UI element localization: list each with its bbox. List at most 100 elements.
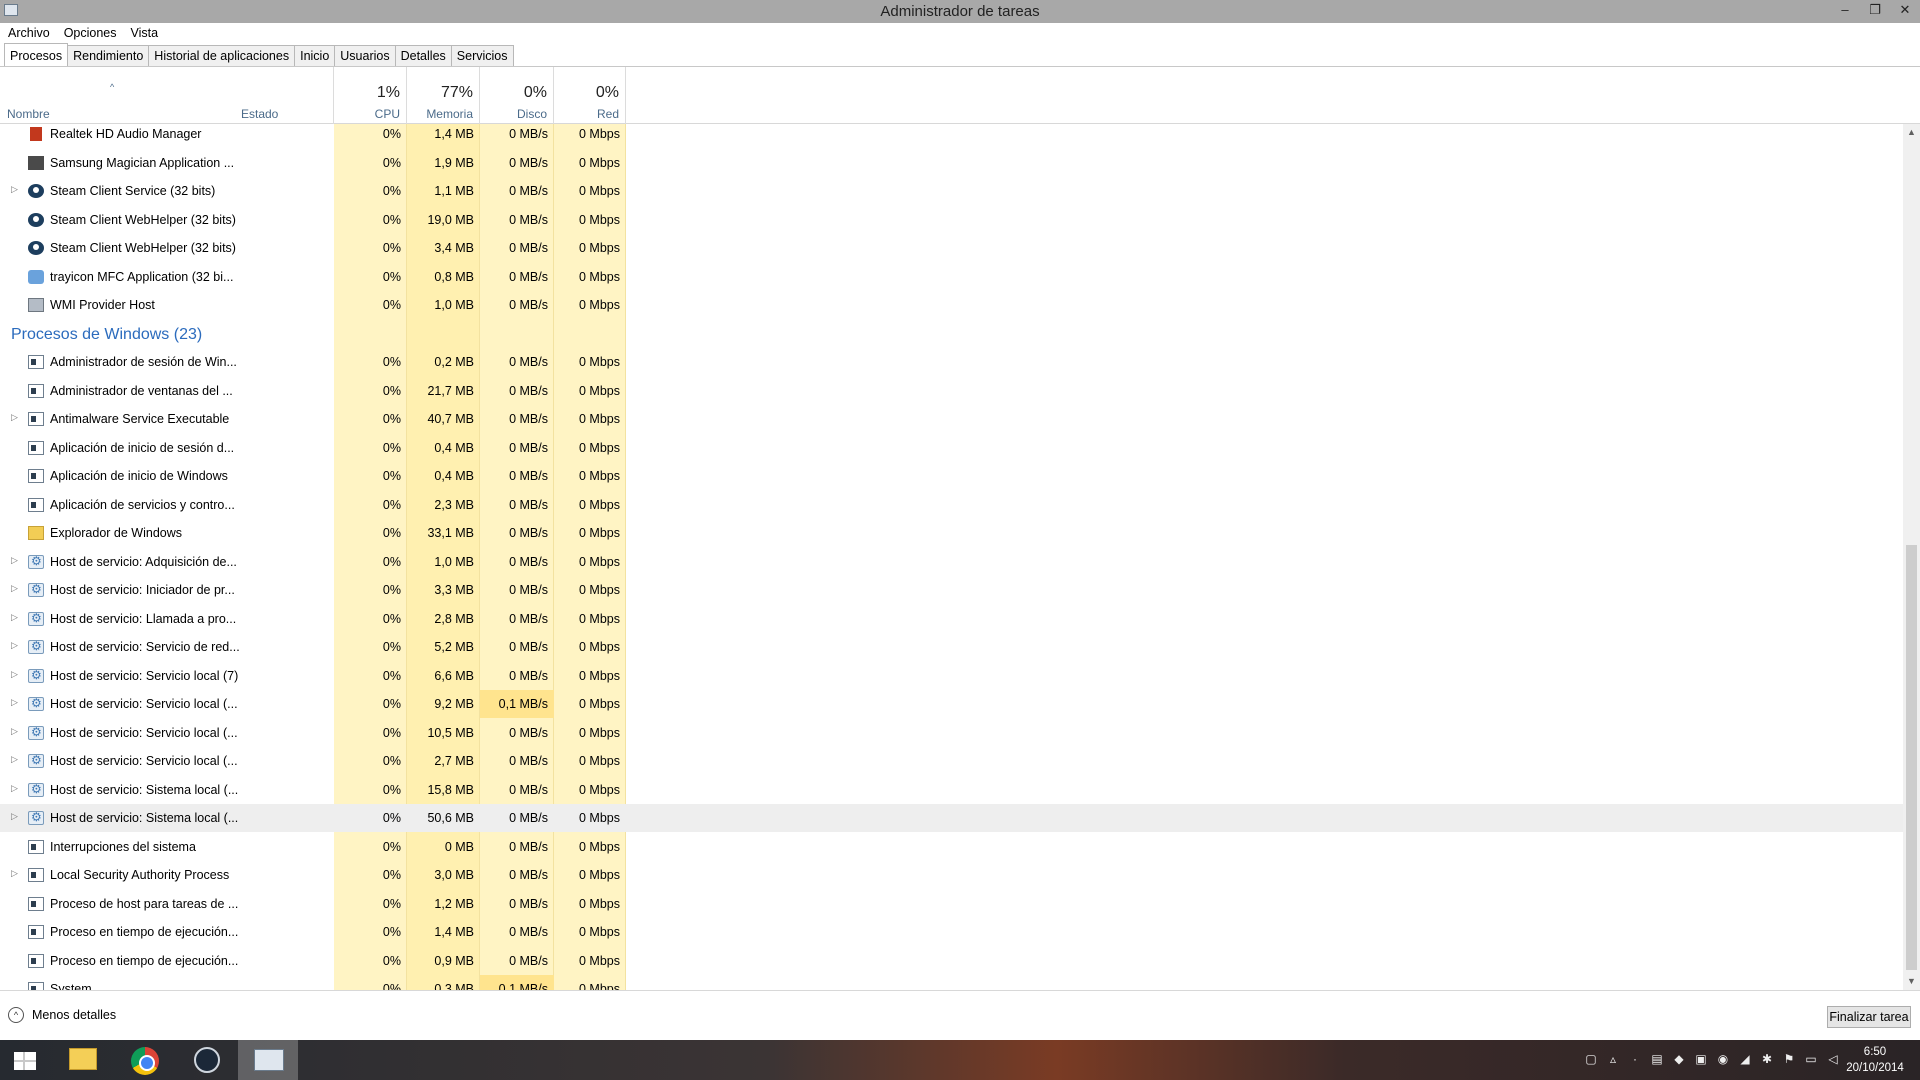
tab-inicio[interactable]: Inicio bbox=[294, 45, 336, 67]
expand-chevron-icon[interactable]: ▷ bbox=[11, 754, 18, 765]
menu-opciones[interactable]: Opciones bbox=[64, 26, 117, 40]
process-row[interactable]: Samsung Magician Application ... 0% 1,9 MB… bbox=[0, 149, 1903, 177]
expand-chevron-icon[interactable]: ▷ bbox=[11, 184, 18, 195]
expand-chevron-icon[interactable]: ▷ bbox=[11, 412, 18, 423]
restore-button[interactable]: ❐ bbox=[1860, 0, 1890, 23]
scroll-thumb[interactable] bbox=[1906, 545, 1917, 970]
disk-value: 0,1 MB/s bbox=[480, 975, 554, 990]
process-row[interactable]: Steam Client WebHelper (32 bits) 0% 3,4 MB… bbox=[0, 234, 1903, 262]
disk-value: 0 MB/s bbox=[509, 241, 548, 255]
process-row[interactable]: Proceso en tiempo de ejecución... 0% 0,9 M… bbox=[0, 947, 1903, 975]
expand-chevron-icon[interactable]: ▷ bbox=[11, 811, 18, 822]
process-row[interactable]: ▷ Host de servicio: Adquisición de... 0% 1,… bbox=[0, 548, 1903, 576]
trayicon-icon[interactable]: ✱ bbox=[1760, 1052, 1774, 1066]
scroll-up-icon[interactable]: ▲ bbox=[1903, 124, 1920, 141]
process-row[interactable]: Interrupciones del sistema 0% 0 MB 0 MB/s 0 … bbox=[0, 833, 1903, 861]
header-memory[interactable]: 77% Memoria bbox=[407, 67, 480, 124]
action-center-flag-icon[interactable]: ⚑ bbox=[1782, 1052, 1796, 1066]
process-row[interactable]: ▷ Local Security Authority Process 0% 3,0 M… bbox=[0, 861, 1903, 889]
notification-icon[interactable]: ▵ bbox=[1606, 1052, 1620, 1066]
process-row[interactable]: Administrador de ventanas del ... 0% 21,7 … bbox=[0, 377, 1903, 405]
process-row[interactable]: ▷ Host de servicio: Sistema local (... 0% 1… bbox=[0, 776, 1903, 804]
network-icon[interactable]: ▭ bbox=[1804, 1052, 1818, 1066]
taskbar-steam[interactable] bbox=[176, 1040, 236, 1080]
header-name[interactable]: ^ Nombre bbox=[0, 67, 235, 124]
process-row[interactable]: System 0% 0,3 MB 0,1 MB/s 0 Mbps bbox=[0, 975, 1903, 990]
expand-chevron-icon[interactable]: ▷ bbox=[11, 583, 18, 594]
process-row[interactable]: Steam Client WebHelper (32 bits) 0% 19,0 M… bbox=[0, 206, 1903, 234]
memory-value: 15,8 MB bbox=[427, 782, 474, 797]
header-disk[interactable]: 0% Disco bbox=[480, 67, 554, 124]
expand-chevron-icon[interactable]: ▷ bbox=[11, 783, 18, 794]
tab-usuarios[interactable]: Usuarios bbox=[334, 45, 396, 67]
tab-servicios[interactable]: Servicios bbox=[450, 45, 514, 67]
taskbar-file-explorer[interactable] bbox=[52, 1040, 112, 1080]
process-row[interactable]: Aplicación de servicios y contro... 0% 2,3… bbox=[0, 491, 1903, 519]
tray-app-icon[interactable]: ▣ bbox=[1694, 1052, 1708, 1066]
network-value: 0 Mbps bbox=[579, 640, 620, 654]
process-row[interactable]: Realtek HD Audio Manager 0% 1,4 MB 0 MB/s 0 … bbox=[0, 124, 1903, 148]
expand-chevron-icon[interactable]: ▷ bbox=[11, 697, 18, 708]
disk-value: 0,1 MB/s bbox=[480, 690, 554, 718]
gear-icon bbox=[28, 725, 44, 740]
process-row[interactable]: ▷ Antimalware Service Executable 0% 40,7 MB… bbox=[0, 405, 1903, 433]
footer-bar: ^ Menos detalles Finalizar tarea bbox=[0, 990, 1920, 1040]
expand-chevron-icon[interactable]: ▷ bbox=[11, 868, 18, 879]
tray-app-icon[interactable]: ◆ bbox=[1672, 1052, 1686, 1066]
end-task-button[interactable]: Finalizar tarea bbox=[1827, 1006, 1911, 1028]
minimize-button[interactable]: – bbox=[1830, 0, 1860, 23]
tab-historial[interactable]: Historial de aplicaciones bbox=[148, 45, 296, 67]
cpu-value: 0% bbox=[382, 241, 401, 255]
tab-procesos[interactable]: Procesos bbox=[4, 43, 69, 66]
process-row[interactable]: Administrador de sesión de Win... 0% 0,2 M… bbox=[0, 348, 1903, 376]
taskbar-clock[interactable]: 6:50 20/10/2014 bbox=[1840, 1044, 1910, 1076]
process-row[interactable]: ▷ Host de servicio: Iniciador de pr... 0% 3… bbox=[0, 576, 1903, 604]
taskbar-chrome[interactable] bbox=[114, 1040, 174, 1080]
expand-chevron-icon[interactable]: ▷ bbox=[11, 726, 18, 737]
menu-archivo[interactable]: Archivo bbox=[8, 26, 50, 40]
process-row[interactable]: WMI Provider Host 0% 1,0 MB 0 MB/s 0 Mbps bbox=[0, 291, 1903, 319]
expand-chevron-icon[interactable]: ▷ bbox=[11, 555, 18, 566]
volume-icon[interactable]: ◁ bbox=[1826, 1052, 1840, 1066]
menu-vista[interactable]: Vista bbox=[131, 26, 159, 40]
audio-manager-icon[interactable]: ◢ bbox=[1738, 1052, 1752, 1066]
scroll-down-icon[interactable]: ▼ bbox=[1903, 973, 1920, 990]
tab-rendimiento[interactable]: Rendimiento bbox=[67, 45, 150, 67]
process-row[interactable]: trayicon MFC Application (32 bi... 0% 0,8 … bbox=[0, 263, 1903, 291]
memory-value: 0,3 MB bbox=[434, 982, 474, 990]
header-network[interactable]: 0% Red bbox=[554, 67, 626, 124]
close-button[interactable]: ✕ bbox=[1890, 0, 1920, 23]
cpu-value: 0% bbox=[382, 554, 401, 569]
tray-app-icon[interactable]: ▤ bbox=[1650, 1052, 1664, 1066]
process-row[interactable]: ▷ Host de servicio: Servicio local (... 0%… bbox=[0, 690, 1903, 718]
steam-icon bbox=[28, 184, 44, 198]
process-row[interactable]: ▷ Host de servicio: Servicio local (... 0%… bbox=[0, 719, 1903, 747]
process-row[interactable]: ▷ Host de servicio: Sistema local (... 0% 5… bbox=[0, 804, 1903, 832]
process-row[interactable]: Explorador de Windows 0% 33,1 MB 0 MB/s 0 Mb… bbox=[0, 519, 1903, 547]
process-row[interactable]: ▷ Host de servicio: Llamada a pro... 0% 2,8… bbox=[0, 605, 1903, 633]
header-cpu[interactable]: 1% CPU bbox=[334, 67, 407, 124]
process-row[interactable]: Aplicación de inicio de Windows 0% 0,4 MB 0… bbox=[0, 462, 1903, 490]
memory-value: 1,4 MB bbox=[434, 925, 474, 939]
process-row[interactable]: Aplicación de inicio de sesión d... 0% 0,4… bbox=[0, 434, 1903, 462]
process-row[interactable]: ▷ Host de servicio: Servicio local (7) 0% 6… bbox=[0, 662, 1903, 690]
steam-tray-icon[interactable]: ◉ bbox=[1716, 1052, 1730, 1066]
taskbar-task-manager[interactable] bbox=[238, 1040, 298, 1080]
header-state[interactable]: Estado bbox=[235, 67, 334, 124]
process-list[interactable]: Realtek HD Audio Manager 0% 1,4 MB 0 MB/s 0 … bbox=[0, 124, 1903, 990]
expand-chevron-icon[interactable]: ▷ bbox=[11, 669, 18, 680]
less-details-button[interactable]: ^ Menos detalles bbox=[8, 1007, 116, 1023]
tray-app-icon[interactable]: · bbox=[1628, 1052, 1642, 1066]
process-name: Host de servicio: Servicio de red... bbox=[50, 640, 240, 654]
process-row[interactable]: ▷ Host de servicio: Servicio de red... 0% 5… bbox=[0, 633, 1903, 661]
process-row[interactable]: Proceso de host para tareas de ... 0% 1,2 … bbox=[0, 890, 1903, 918]
start-button[interactable] bbox=[0, 1040, 50, 1080]
vertical-scrollbar[interactable]: ▲ ▼ bbox=[1903, 124, 1920, 990]
expand-chevron-icon[interactable]: ▷ bbox=[11, 640, 18, 651]
process-row[interactable]: ▷ Steam Client Service (32 bits) 0% 1,1 MB 0… bbox=[0, 177, 1903, 205]
expand-chevron-icon[interactable]: ▷ bbox=[11, 612, 18, 623]
process-row[interactable]: ▷ Host de servicio: Servicio local (... 0%… bbox=[0, 747, 1903, 775]
show-desktop-icon[interactable]: ▢ bbox=[1584, 1052, 1598, 1066]
tab-detalles[interactable]: Detalles bbox=[394, 45, 452, 67]
process-row[interactable]: Proceso en tiempo de ejecución... 0% 1,4 M… bbox=[0, 918, 1903, 946]
